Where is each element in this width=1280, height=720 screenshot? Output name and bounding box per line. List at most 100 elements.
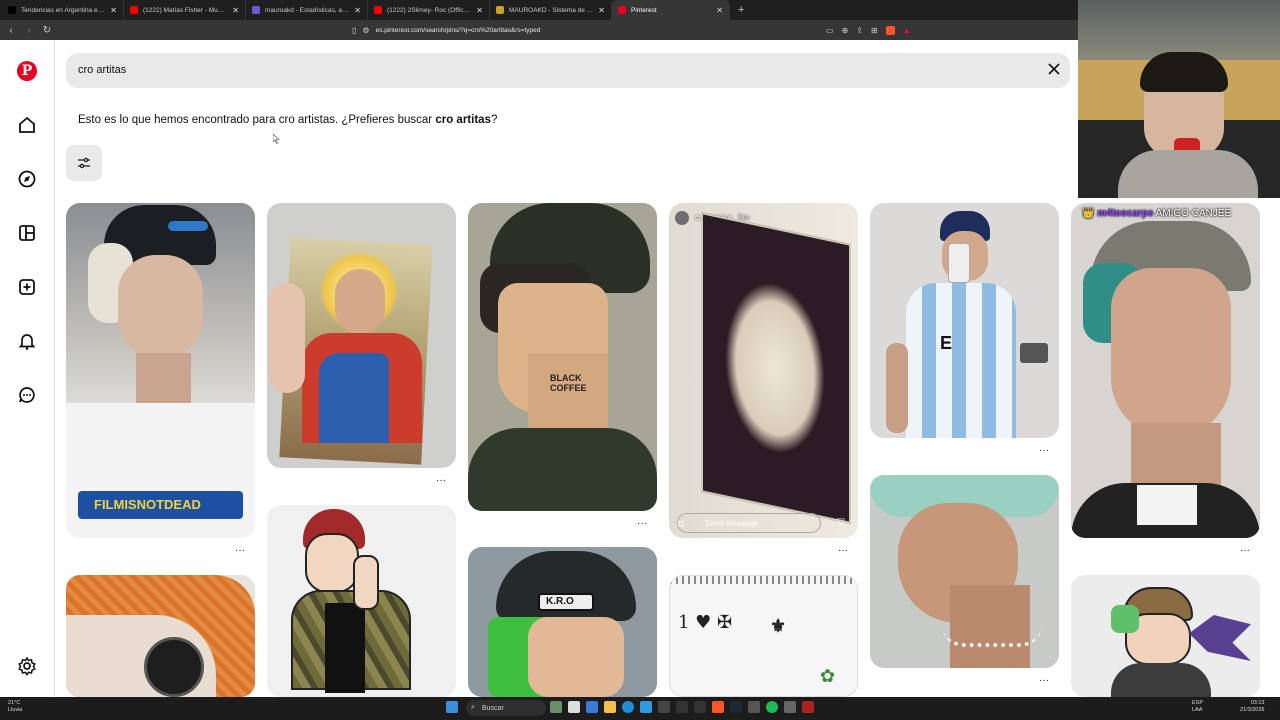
pin-beanie-patch <box>168 221 208 231</box>
forward-icon[interactable]: › <box>22 25 36 36</box>
pin-face <box>1111 268 1231 438</box>
tab-label: (1222) 2Slimey- Roc (Official Music V <box>387 6 471 14</box>
new-tab-button[interactable]: + <box>730 4 744 16</box>
browser-tab[interactable]: (1222) Matías Fisher - Muerte en Hal ✕ <box>124 0 246 20</box>
pin-more-icon[interactable]: ··· <box>1039 675 1049 686</box>
pin-image[interactable]: E <box>870 203 1059 438</box>
store-icon[interactable] <box>586 701 598 713</box>
create-icon[interactable] <box>17 277 37 297</box>
pin-more-icon[interactable]: ··· <box>838 545 848 556</box>
app-icon[interactable] <box>640 701 652 713</box>
filter-sliders-icon <box>78 157 90 169</box>
pin-door-handle <box>1020 343 1048 363</box>
pin-kro-text: K.R.O <box>546 596 574 607</box>
send-icon[interactable]: ▽ <box>837 517 845 528</box>
pin-more-icon[interactable]: ··· <box>1039 445 1049 456</box>
close-icon[interactable] <box>1046 61 1062 77</box>
pin-more-icon[interactable]: ··· <box>436 475 446 486</box>
home-icon[interactable] <box>17 115 37 135</box>
pin-image[interactable]: crocraxker 5m Send message ◘ ▽ <box>669 203 858 538</box>
pin-face <box>118 255 203 360</box>
app-icon[interactable] <box>802 701 814 713</box>
pin-more-icon[interactable]: ··· <box>235 545 245 556</box>
messages-icon[interactable] <box>17 385 37 405</box>
weather-widget[interactable]: 21°C Lluvia <box>8 700 22 714</box>
pin-image[interactable] <box>66 575 255 697</box>
brave-icon[interactable] <box>712 701 724 713</box>
cam-hoodie <box>1118 150 1258 198</box>
steam-icon[interactable] <box>730 701 742 713</box>
pin-image[interactable] <box>1071 203 1260 538</box>
tab-close-icon[interactable]: ✕ <box>716 6 723 15</box>
app-icon[interactable] <box>676 701 688 713</box>
pin-image[interactable]: 1 ♥ ✠ ⚜ ✿ <box>669 575 858 697</box>
pin-more-icon[interactable]: ··· <box>1240 545 1250 556</box>
chat-message: AMIGO CANJEE <box>1155 208 1232 219</box>
tab-close-icon[interactable]: ✕ <box>110 6 117 15</box>
app-icon[interactable] <box>694 701 706 713</box>
pin-image[interactable] <box>267 203 456 468</box>
obs-icon[interactable] <box>784 701 796 713</box>
shirt-print-text: FILMISNOTDEAD <box>94 497 201 512</box>
browser-tab[interactable]: MAUROAKD - Sistema de Puntos ✕ <box>490 0 612 20</box>
tab-label: (1222) Matías Fisher - Muerte en Hal <box>143 6 228 14</box>
pin-image[interactable] <box>1071 575 1260 697</box>
pin-image[interactable]: FILMISNOTDEAD <box>66 203 255 538</box>
suggestion-link[interactable]: cro artitas <box>435 114 491 126</box>
pin-image[interactable] <box>267 505 456 697</box>
bookmark-icon[interactable]: ▯ <box>352 26 356 35</box>
settings-icon[interactable] <box>17 656 37 676</box>
taskbar-search-label: Buscar <box>482 704 504 712</box>
tab-close-icon[interactable]: ✕ <box>476 6 483 15</box>
pin-image[interactable]: BLACK COFFEE <box>468 203 657 511</box>
task-view-icon[interactable] <box>568 701 580 713</box>
pin-sticker-hair <box>1111 605 1139 633</box>
tab-close-icon[interactable]: ✕ <box>232 6 239 15</box>
windows-start-icon[interactable] <box>446 701 458 713</box>
url-text[interactable]: es.pinterest.com/search/pins/?q=cro%20ar… <box>376 27 541 34</box>
pin-image[interactable] <box>870 475 1059 668</box>
browser-tab[interactable]: (1222) 2Slimey- Roc (Official Music V ✕ <box>368 0 490 20</box>
rewards-icon[interactable]: ▲ <box>903 26 911 35</box>
app-icon[interactable] <box>748 701 760 713</box>
explore-icon[interactable] <box>17 169 37 189</box>
search-bar[interactable]: cro artitas <box>66 53 1070 88</box>
pin-leaf-sketch: ✿ <box>820 666 836 686</box>
pin-more-icon[interactable]: ··· <box>637 518 647 529</box>
zoom-icon[interactable]: ⊕ <box>842 26 849 35</box>
browser-tab[interactable]: Pinterest ✕ <box>612 0 730 20</box>
cast-icon[interactable]: ▭ <box>826 26 834 35</box>
browser-tab[interactable]: mauroakd - Estadísticas, análisis y ✕ <box>246 0 368 20</box>
app-icon[interactable] <box>658 701 670 713</box>
pin-tattoo-sketch: 1 ♥ ✠ <box>678 612 733 633</box>
share-icon[interactable]: ⇪ <box>856 26 863 35</box>
system-clock[interactable]: 03:13 21/3/2026 <box>1240 700 1264 714</box>
search-input[interactable]: cro artitas <box>78 64 126 76</box>
avatar[interactable] <box>675 211 689 225</box>
filter-button[interactable] <box>66 145 102 181</box>
back-icon[interactable]: ‹ <box>4 25 18 36</box>
extensions-icon[interactable]: ⊞ <box>871 26 878 35</box>
site-info-icon[interactable]: ⚙ <box>362 26 369 35</box>
browser-tab[interactable]: Tendencias en Argentina en X: "Un ✕ <box>2 0 124 20</box>
boards-icon[interactable] <box>17 223 37 243</box>
tab-close-icon[interactable]: ✕ <box>354 6 361 15</box>
language-indicator[interactable]: ESP LAA <box>1192 700 1203 714</box>
tab-favicon-icon <box>618 6 626 14</box>
widgets-icon[interactable] <box>550 701 562 713</box>
tab-close-icon[interactable]: ✕ <box>598 6 605 15</box>
taskbar-search[interactable]: ⌕ Buscar <box>466 700 546 716</box>
notifications-icon[interactable] <box>17 331 37 351</box>
weather-temp: 21°C <box>8 700 21 706</box>
brave-shield-icon[interactable] <box>885 25 895 35</box>
spotify-icon[interactable] <box>766 701 778 713</box>
file-explorer-icon[interactable] <box>604 701 616 713</box>
pin-image[interactable]: K.R.O <box>468 547 657 697</box>
keyboard-layout: LAA <box>1192 707 1203 713</box>
reload-icon[interactable]: ↻ <box>40 25 54 36</box>
chat-username: m4teocarpe <box>1097 208 1154 219</box>
windows-taskbar: 21°C Lluvia ⌕ Buscar ESP LAA 03:13 21/3/… <box>0 697 1280 720</box>
pinterest-logo-icon[interactable]: P <box>17 61 37 81</box>
camera-icon[interactable]: ◘ <box>678 518 683 528</box>
edge-icon[interactable] <box>622 701 634 713</box>
